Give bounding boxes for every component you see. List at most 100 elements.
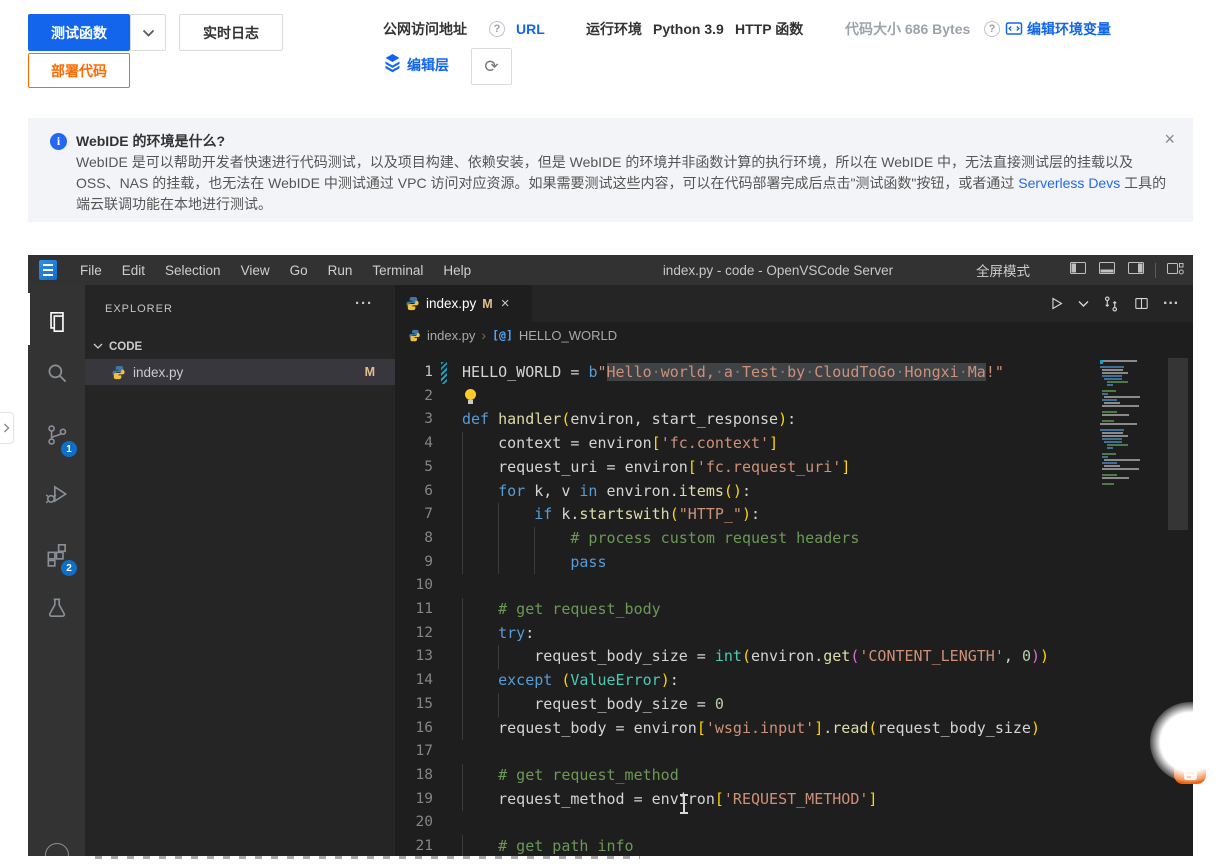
extensions-icon[interactable]: 2 [28, 530, 85, 578]
breadcrumb-symbol[interactable]: HELLO_WORLD [519, 328, 617, 343]
code-line[interactable]: 6 for k, v in environ.items(): [395, 480, 1193, 504]
test-function-dropdown-button[interactable] [130, 14, 166, 51]
tab-indexpy[interactable]: index.py M × [395, 285, 532, 322]
code-line[interactable]: 15 request_body_size = 0 [395, 693, 1193, 717]
test-beaker-icon[interactable] [28, 584, 85, 632]
help-icon[interactable]: ? [984, 21, 1000, 37]
minimap[interactable] [1100, 360, 1163, 486]
menu-selection[interactable]: Selection [155, 263, 231, 278]
line-number: 8 [395, 527, 433, 551]
tab-bar: index.py M × ··· [395, 285, 1193, 322]
code-line[interactable]: 1HELLO_WORLD = b"Hello·world,·a·Test·by·… [395, 361, 1193, 385]
explorer-sidebar: EXPLORER ··· CODE index.py M [85, 285, 395, 856]
code-line[interactable]: 3def handler(environ, start_response): [395, 408, 1193, 432]
code-line[interactable]: 18 # get request_method [395, 764, 1193, 788]
banner-close-icon[interactable]: × [1164, 129, 1175, 150]
help-icon[interactable]: ? [489, 21, 505, 37]
line-number: 16 [395, 717, 433, 741]
code-line[interactable]: 14 except (ValueError): [395, 669, 1193, 693]
customize-layout-icon[interactable] [1165, 258, 1185, 283]
menu-terminal[interactable]: Terminal [362, 263, 433, 278]
minimap-modified-mark [1100, 360, 1103, 364]
menu-go[interactable]: Go [280, 263, 318, 278]
search-icon[interactable] [28, 349, 85, 397]
code-line[interactable]: 20 [395, 811, 1193, 835]
more-actions-icon[interactable]: ··· [1163, 295, 1179, 313]
code-line[interactable]: 17 [395, 740, 1193, 764]
vscode-logo-icon [39, 260, 57, 280]
code-line[interactable]: 2 [395, 385, 1193, 409]
menu-file[interactable]: File [70, 263, 112, 278]
mascot-glow [1150, 702, 1221, 782]
settings-gear-icon[interactable] [45, 843, 69, 856]
menu-run[interactable]: Run [318, 263, 363, 278]
toggle-secondary-sidebar-icon[interactable] [1126, 258, 1146, 283]
line-number: 15 [395, 693, 433, 717]
line-number: 21 [395, 835, 433, 856]
code-editor[interactable]: 1HELLO_WORLD = b"Hello·world,·a·Test·by·… [395, 348, 1193, 856]
titlebar-separator [1155, 263, 1156, 278]
explorer-header: EXPLORER [105, 303, 173, 315]
code-line[interactable]: 21 # get path info [395, 835, 1193, 856]
code-line[interactable]: 13 request_body_size = int(environ.get('… [395, 645, 1193, 669]
code-line[interactable]: 4 context = environ['fc.context'] [395, 432, 1193, 456]
lightbulb-icon[interactable] [465, 389, 476, 400]
code-line[interactable]: 11 # get request_body [395, 598, 1193, 622]
code-line[interactable]: 5 request_uri = environ['fc.request_uri'… [395, 456, 1193, 480]
code-line[interactable]: 8 # process custom request headers [395, 527, 1193, 551]
run-debug-icon[interactable] [28, 470, 85, 518]
menu-view[interactable]: View [231, 263, 280, 278]
toggle-sidebar-icon[interactable] [1068, 258, 1088, 283]
line-number: 10 [395, 574, 433, 598]
banner-body: WebIDE 是可以帮助开发者快速进行代码测试，以及项目构建、依赖安装，但是 W… [76, 152, 1174, 215]
menu-edit[interactable]: Edit [112, 263, 155, 278]
breadcrumb-file[interactable]: index.py [427, 328, 475, 343]
close-icon[interactable]: × [501, 295, 510, 312]
run-file-icon[interactable] [1048, 295, 1065, 312]
python-file-icon [408, 329, 421, 342]
serverless-devs-link[interactable]: Serverless Devs [1018, 175, 1120, 191]
toggle-panel-icon[interactable] [1097, 258, 1117, 283]
url-link[interactable]: URL [516, 18, 545, 40]
explorer-icon[interactable] [28, 298, 85, 346]
line-number: 14 [395, 669, 433, 693]
refresh-button[interactable]: ⟳ [471, 48, 512, 85]
assistant-mascot[interactable] [1150, 702, 1221, 790]
activity-bar: 1 2 [28, 285, 85, 856]
split-editor-icon[interactable] [1133, 295, 1150, 312]
run-dropdown-icon[interactable] [1078, 300, 1089, 308]
tree-section-code[interactable]: CODE [85, 335, 395, 359]
menu-help[interactable]: Help [433, 263, 481, 278]
info-icon: i [50, 133, 67, 150]
git-modified-badge: M [365, 365, 375, 379]
gutter-modified-marker [441, 362, 447, 384]
code-line[interactable]: 12 try: [395, 622, 1193, 646]
line-number: 20 [395, 811, 433, 835]
deploy-code-button[interactable]: 部署代码 [28, 53, 130, 88]
edit-layer-link[interactable]: 编辑层 [407, 54, 449, 76]
tree-item-indexpy[interactable]: index.py M [85, 359, 395, 385]
line-number: 18 [395, 764, 433, 788]
code-line[interactable]: 7 if k.startswith("HTTP_"): [395, 503, 1193, 527]
fullscreen-mode-button[interactable]: 全屏模式 [976, 255, 1030, 285]
open-changes-icon[interactable] [1102, 295, 1120, 313]
code-line[interactable]: 10 [395, 574, 1193, 598]
editor-group: index.py M × ··· index.py › [@] [395, 285, 1193, 856]
minimap-scrollbar[interactable] [1168, 358, 1188, 530]
code-line[interactable]: 16 request_body = environ['wsgi.input'].… [395, 717, 1193, 741]
test-function-button[interactable]: 测试函数 [28, 14, 130, 51]
runtime-label: 运行环境 [586, 18, 642, 40]
code-size-label: 代码大小 686 Bytes [845, 18, 970, 40]
edit-env-vars-link[interactable]: 编辑环境变量 [1027, 18, 1111, 40]
breadcrumb[interactable]: index.py › [@] HELLO_WORLD [395, 322, 1193, 348]
realtime-logs-button[interactable]: 实时日志 [179, 14, 283, 51]
python-file-icon [111, 365, 126, 380]
code-line[interactable]: 19 request_method = environ['REQUEST_MET… [395, 788, 1193, 812]
code-line[interactable]: 9 pass [395, 551, 1193, 575]
panel-expander[interactable] [0, 412, 14, 444]
line-number: 12 [395, 622, 433, 646]
source-control-icon[interactable]: 1 [28, 411, 85, 459]
line-number: 9 [395, 551, 433, 575]
explorer-more-icon[interactable]: ··· [355, 295, 373, 312]
git-modified-badge: M [482, 297, 492, 311]
